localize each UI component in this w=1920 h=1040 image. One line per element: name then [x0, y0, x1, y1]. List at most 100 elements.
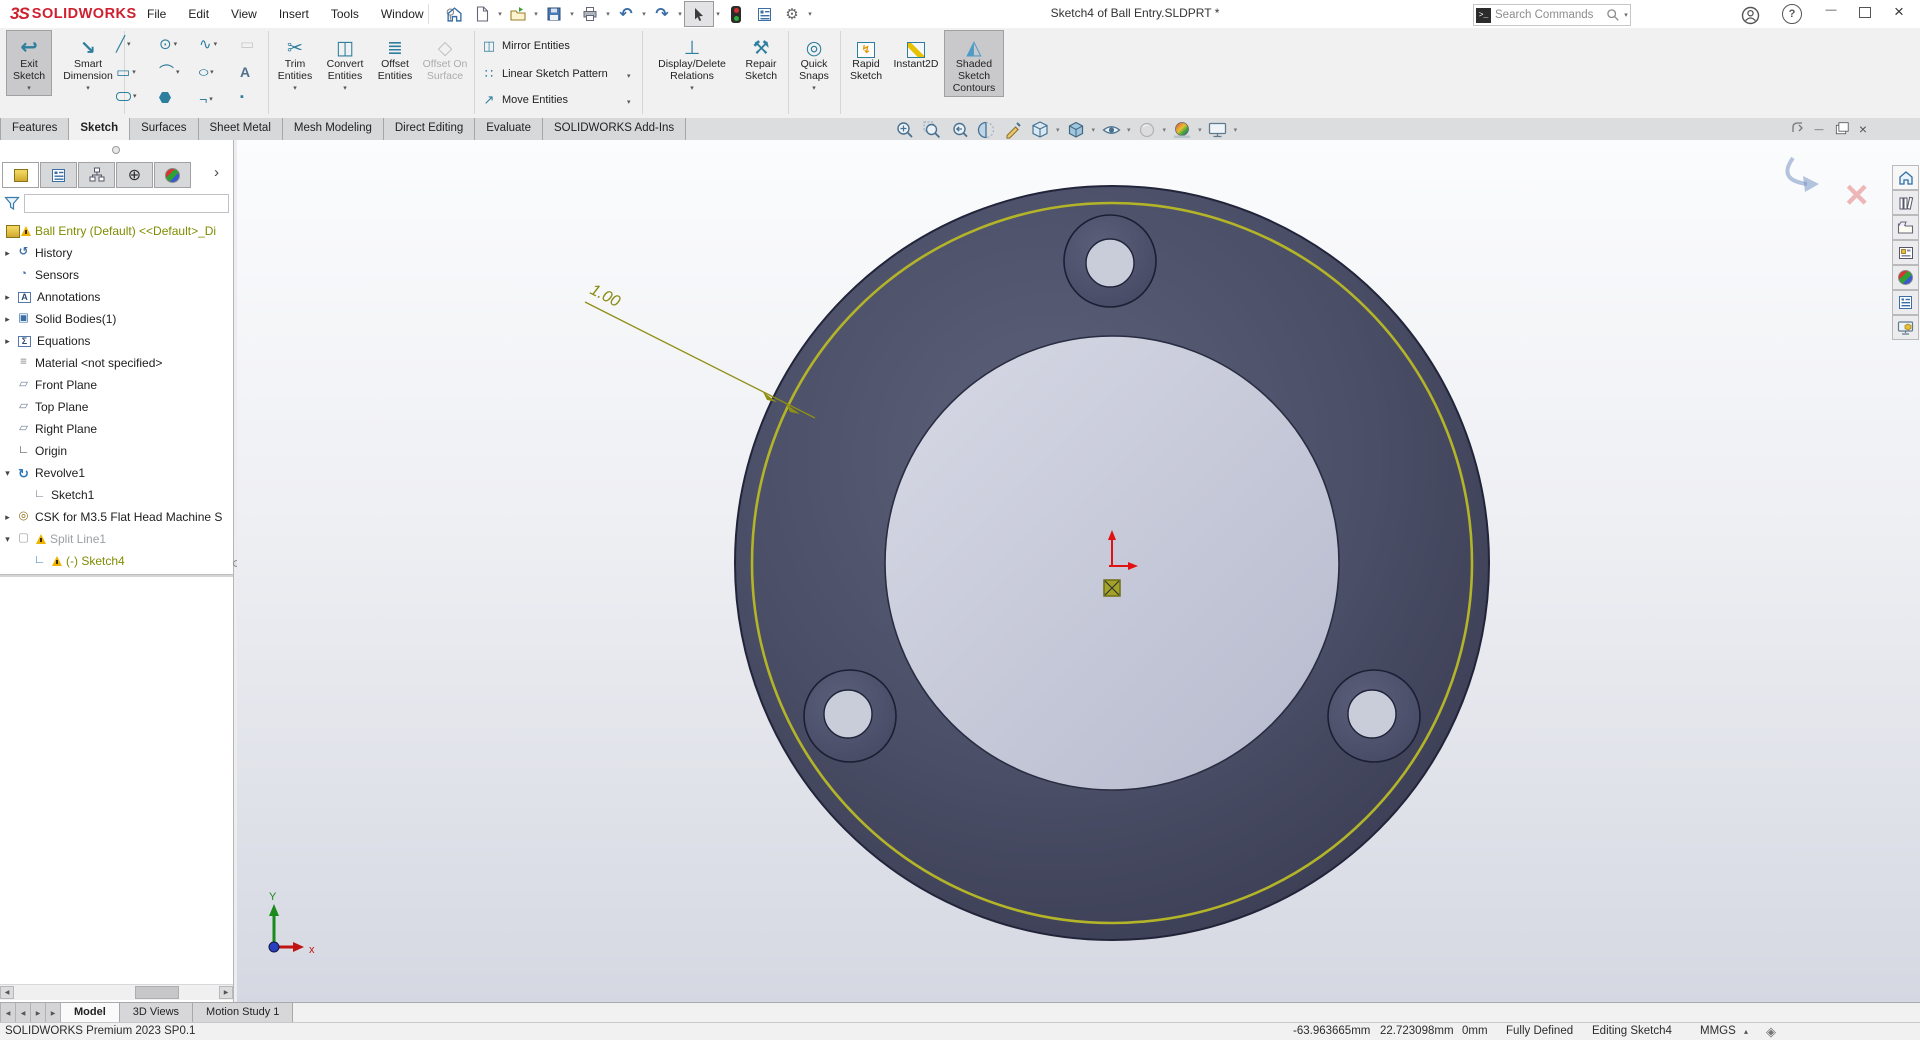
convert-entities-caret-icon[interactable]: ▾ [343, 85, 347, 93]
restore-window-icon[interactable] [1852, 7, 1878, 18]
scroll-right-icon[interactable]: ▶ [219, 986, 233, 999]
tree-item-annotations[interactable]: ▸ A Annotations [0, 286, 233, 308]
tab-3d-views[interactable]: 3D Views [120, 1003, 193, 1023]
help-icon[interactable]: ? [1782, 4, 1802, 24]
smart-dimension-caret-icon[interactable]: ▾ [86, 85, 90, 93]
rectangle-tool-button[interactable]: ▭▾ [116, 65, 136, 80]
view-settings-caret-icon[interactable]: ▾ [1234, 126, 1238, 134]
tree-item-revolve1[interactable]: ▾ ↻ Revolve1 [0, 462, 233, 484]
linear-pattern-caret-icon[interactable]: ▾ [627, 72, 631, 80]
options-caret-icon[interactable]: ▾ [806, 10, 814, 18]
previous-tab-icon[interactable]: ◀ [16, 1003, 31, 1023]
offset-entities-button[interactable]: ≣ Offset Entities [372, 31, 418, 82]
redo-caret-icon[interactable]: ▾ [676, 10, 684, 18]
trim-entities-button[interactable]: ✂ Trim Entities ▾ [272, 31, 318, 93]
menu-view[interactable]: View [220, 0, 268, 28]
mirror-entities-button[interactable]: ◫ Mirror Entities [480, 38, 570, 54]
tree-item-sensors[interactable]: ◔ Sensors [0, 264, 233, 286]
fillet-tool-button[interactable]: ⌐▾ [199, 92, 213, 106]
select-tool-icon[interactable] [684, 1, 714, 27]
hide-show-items-icon[interactable] [1099, 119, 1123, 140]
undo-icon[interactable]: ↶ [612, 2, 640, 26]
point-tool-button[interactable]: ▪ [240, 92, 244, 103]
expander-icon[interactable]: ▸ [0, 512, 15, 523]
cancel-sketch-corner-icon[interactable]: × [1845, 173, 1868, 217]
quick-snaps-button[interactable]: ◎ Quick Snaps ▾ [792, 31, 836, 93]
rapid-sketch-button[interactable]: ↯ Rapid Sketch [844, 31, 888, 82]
instant2d-button[interactable]: Instant2D [890, 31, 942, 70]
display-delete-relations-caret-icon[interactable]: ▾ [690, 85, 694, 93]
ellipse-caret-icon[interactable]: ▾ [210, 69, 214, 76]
solidworks-resources-icon[interactable] [1892, 165, 1919, 190]
last-tab-icon[interactable]: ▶ [46, 1003, 61, 1023]
panel-resize-handle[interactable] [112, 146, 120, 154]
tree-filter-input[interactable] [24, 194, 229, 213]
tree-item-top-plane[interactable]: ▱ Top Plane [0, 396, 233, 418]
spline-caret-icon[interactable]: ▾ [214, 41, 218, 48]
menu-window[interactable]: Window [370, 0, 435, 28]
account-icon[interactable] [1736, 3, 1764, 27]
tab-sheet-metal[interactable]: Sheet Metal [199, 118, 283, 140]
tab-model[interactable]: Model [61, 1003, 120, 1023]
appearances-scenes-icon[interactable] [1892, 265, 1919, 290]
filter-funnel-icon[interactable] [4, 196, 20, 211]
print-caret-icon[interactable]: ▾ [604, 10, 612, 18]
edit-appearance-icon[interactable] [1135, 119, 1159, 140]
trim-entities-caret-icon[interactable]: ▾ [293, 85, 297, 93]
panel-tab-featuremanager[interactable] [2, 162, 39, 188]
slot-tool-button[interactable]: ▾ [116, 92, 137, 101]
open-document-caret-icon[interactable]: ▾ [532, 10, 540, 18]
tag-icon[interactable]: ◈ [1766, 1024, 1776, 1040]
search-commands-box[interactable]: >_ Search Commands ▾ [1473, 4, 1631, 26]
panel-tab-displaymanager[interactable] [154, 162, 191, 188]
display-style-icon[interactable] [1064, 119, 1088, 140]
restore-document-icon[interactable] [1830, 124, 1852, 135]
display-style-caret-icon[interactable]: ▾ [1092, 126, 1096, 134]
apply-scene-caret-icon[interactable]: ▾ [1198, 126, 1202, 134]
shaded-sketch-contours-button[interactable]: ◭ Shaded Sketch Contours [944, 30, 1004, 97]
minimize-window-icon[interactable]: — [1818, 4, 1844, 16]
expander-icon[interactable]: ▸ [0, 292, 15, 303]
line-tool-button[interactable]: ╱▾ [116, 37, 131, 52]
previous-view-icon[interactable] [947, 119, 971, 140]
tab-direct-editing[interactable]: Direct Editing [384, 118, 475, 140]
scrollbar-thumb[interactable] [135, 986, 179, 999]
bolt-hole-top[interactable] [1064, 215, 1156, 307]
file-explorer-icon[interactable] [1892, 215, 1919, 240]
circle-tool-button[interactable]: ⊙▾ [159, 37, 177, 52]
custom-properties-icon[interactable] [1892, 290, 1919, 315]
close-document-icon[interactable]: × [1852, 121, 1874, 137]
tree-item-sketch4[interactable]: ∟ (-) Sketch4 [0, 550, 233, 572]
tree-item-front-plane[interactable]: ▱ Front Plane [0, 374, 233, 396]
linear-sketch-pattern-button[interactable]: ∷ Linear Sketch Pattern [480, 66, 608, 82]
tree-item-root[interactable]: Ball Entry (Default) <<Default>_Di [0, 220, 233, 242]
view-palette-icon[interactable] [1892, 240, 1919, 265]
selection-filter-icon[interactable] [722, 2, 750, 26]
menu-edit[interactable]: Edit [177, 0, 220, 28]
expander-icon[interactable]: ▸ [0, 336, 15, 347]
expander-icon[interactable]: ▸ [0, 248, 15, 259]
tree-item-history[interactable]: ▸ ↺ History [0, 242, 233, 264]
expander-icon[interactable]: ▾ [0, 468, 15, 479]
tab-solidworks-add-ins[interactable]: SOLIDWORKS Add-Ins [543, 118, 686, 140]
display-manager-icon[interactable] [750, 2, 778, 26]
units-caret-icon[interactable]: ▴ [1744, 1027, 1748, 1036]
search-icon[interactable] [1606, 8, 1620, 22]
tree-item-solid-bodies[interactable]: ▸ ▣ Solid Bodies(1) [0, 308, 233, 330]
expand-pane-icon[interactable] [1786, 121, 1808, 137]
tab-sketch[interactable]: Sketch [69, 118, 130, 140]
tree-item-material[interactable]: ≡ Material <not specified> [0, 352, 233, 374]
panel-expand-arrow-icon[interactable]: › [214, 164, 219, 181]
menu-tools[interactable]: Tools [320, 0, 370, 28]
new-document-icon[interactable] [468, 2, 496, 26]
view-orientation-icon[interactable] [1028, 119, 1052, 140]
tab-surfaces[interactable]: Surfaces [130, 118, 198, 140]
search-caret-icon[interactable]: ▾ [1622, 11, 1630, 19]
zoom-to-area-icon[interactable] [920, 119, 944, 140]
close-window-icon[interactable]: × [1886, 2, 1912, 22]
save-icon[interactable] [540, 2, 568, 26]
smart-dimension-button[interactable]: ↘ Smart Dimension ▾ [56, 31, 120, 93]
section-view-icon[interactable] [974, 119, 998, 140]
tab-mesh-modeling[interactable]: Mesh Modeling [283, 118, 384, 140]
expander-icon[interactable]: ▾ [0, 534, 15, 545]
